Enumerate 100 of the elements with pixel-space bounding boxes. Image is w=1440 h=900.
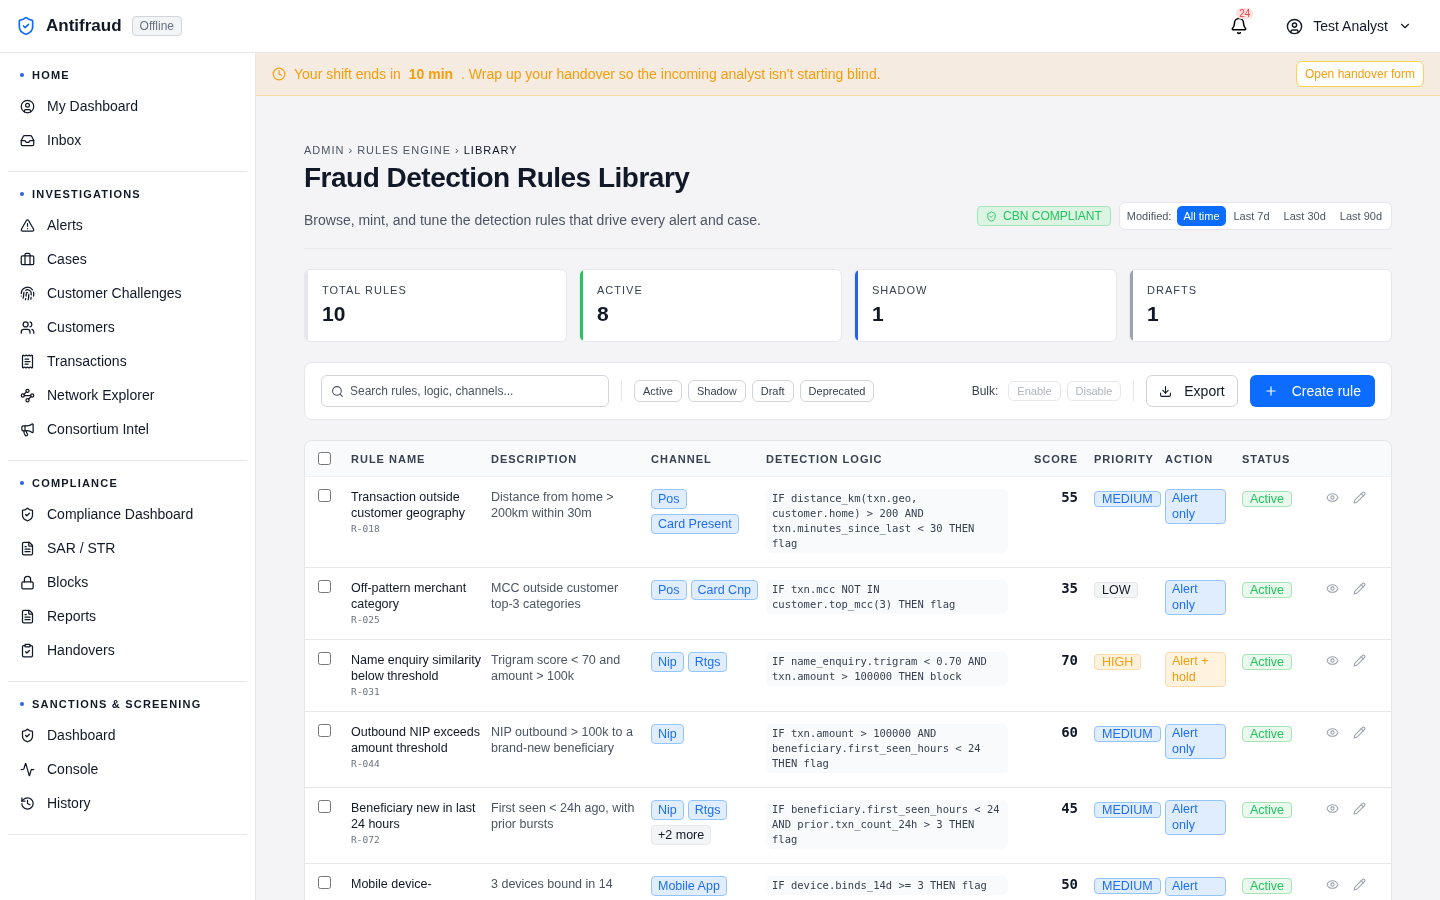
- edit-icon[interactable]: [1353, 802, 1366, 815]
- row-checkbox[interactable]: [318, 724, 331, 737]
- sidebar-item[interactable]: Blocks: [8, 565, 247, 599]
- column-header: DETECTION LOGIC: [766, 452, 884, 465]
- section-dot: [20, 192, 24, 196]
- detection-logic: IF distance_km(txn.geo, customer.home) > 200 AND txn.minutes_since_last < 30 THEN flag: [766, 489, 1008, 553]
- status-filter-chip[interactable]: Active: [634, 380, 682, 402]
- action-tag: Alert: [1165, 877, 1226, 896]
- history-icon: [20, 795, 35, 811]
- document-icon: [20, 608, 35, 624]
- view-icon[interactable]: [1326, 582, 1339, 595]
- edit-icon[interactable]: [1353, 726, 1366, 739]
- view-icon[interactable]: [1326, 802, 1339, 815]
- sidebar-item[interactable]: My Dashboard: [8, 89, 247, 123]
- section-dot: [20, 481, 24, 485]
- rule-name: Off-pattern merchant category: [351, 580, 468, 612]
- rule-id: R-025: [351, 614, 381, 625]
- breadcrumb-link[interactable]: ADMIN: [304, 144, 345, 156]
- action-tag: Alert only: [1165, 580, 1226, 615]
- row-checkbox[interactable]: [318, 876, 331, 889]
- view-icon[interactable]: [1326, 654, 1339, 667]
- status-filter-chip[interactable]: Draft: [751, 380, 794, 402]
- time-filter-tab[interactable]: Last 30d: [1277, 206, 1332, 226]
- rule-score: 35: [1060, 580, 1078, 596]
- shield-logo-icon: [16, 16, 36, 36]
- view-icon[interactable]: [1326, 726, 1339, 739]
- channel-tag: Rtgs: [687, 800, 728, 820]
- rule-description: 3 devices bound in 14: [491, 876, 614, 892]
- row-checkbox[interactable]: [318, 489, 331, 502]
- channel-tag: Card Cnp: [690, 580, 759, 600]
- warning-icon: [20, 217, 35, 233]
- column-header: STATUS: [1242, 452, 1292, 465]
- select-all-checkbox[interactable]: [318, 452, 331, 465]
- bell-icon[interactable]: [1230, 17, 1249, 35]
- fingerprint-icon: [20, 285, 35, 301]
- user-menu-button[interactable]: Test Analyst: [1286, 17, 1412, 35]
- sidebar-item[interactable]: Cases: [8, 242, 247, 276]
- edit-icon[interactable]: [1353, 878, 1366, 891]
- create-rule-button[interactable]: Create rule: [1249, 375, 1375, 407]
- column-header: DESCRIPTION: [491, 452, 579, 465]
- briefcase-icon: [20, 251, 35, 267]
- rule-name: Outbound NIP exceeds amount threshold: [351, 724, 482, 756]
- rule-id: R-031: [351, 686, 381, 697]
- row-checkbox[interactable]: [318, 652, 331, 665]
- sidebar-item[interactable]: Inbox: [8, 123, 247, 157]
- rule-name: Beneficiary new in last 24 hours: [351, 800, 477, 832]
- view-icon[interactable]: [1326, 491, 1339, 504]
- status-tag: Active: [1242, 726, 1293, 742]
- sidebar-item[interactable]: Handovers: [8, 633, 247, 667]
- network-icon: [20, 387, 35, 403]
- clock-icon: [272, 67, 286, 81]
- section-title: COMPLIANCE: [32, 477, 118, 489]
- edit-icon[interactable]: [1353, 582, 1366, 595]
- sidebar-item[interactable]: SAR / STR: [8, 531, 247, 565]
- search-field[interactable]: Search rules, logic, channels...: [321, 375, 609, 407]
- sidebar-item[interactable]: Customer Challenges: [8, 276, 247, 310]
- edit-icon[interactable]: [1353, 654, 1366, 667]
- detection-logic: IF txn.amount > 100000 AND beneficiary.first_seen_hours < 24 THEN flag: [766, 724, 1008, 773]
- row-checkbox[interactable]: [318, 580, 331, 593]
- time-filter-tab[interactable]: All time: [1177, 206, 1226, 226]
- sidebar-item[interactable]: Network Explorer: [8, 378, 247, 412]
- export-button[interactable]: Export: [1146, 375, 1238, 407]
- column-header: ACTION: [1165, 452, 1215, 465]
- status-tag: Active: [1242, 582, 1293, 598]
- view-icon[interactable]: [1326, 878, 1339, 891]
- sidebar-item[interactable]: Customers: [8, 310, 247, 344]
- rule-score: 70: [1060, 652, 1078, 668]
- pulse-icon: [20, 761, 35, 777]
- status-filter-chip[interactable]: Shadow: [687, 380, 746, 402]
- time-filter-tab[interactable]: Last 7d: [1227, 206, 1276, 226]
- filter-label: Modified:: [1125, 210, 1173, 222]
- stat-value: 1: [1147, 302, 1160, 326]
- rule-score: 55: [1060, 489, 1078, 505]
- priority-tag: MEDIUM: [1094, 802, 1161, 818]
- status-tag: Active: [1242, 654, 1293, 670]
- breadcrumb-link[interactable]: RULES ENGINE: [357, 144, 452, 156]
- sidebar-item[interactable]: History: [8, 786, 247, 820]
- status-filter-chip[interactable]: Deprecated: [799, 380, 875, 402]
- rule-description: Trigram score < 70 and amount > 100k: [491, 652, 622, 684]
- rule-name: Transaction outside customer geography: [351, 489, 466, 521]
- sidebar-item[interactable]: Compliance Dashboard: [8, 497, 247, 531]
- channel-tag: Card Present: [651, 514, 739, 534]
- sidebar-item[interactable]: Consortium Intel: [8, 412, 247, 446]
- more-channels-tag[interactable]: +2 more: [651, 825, 712, 845]
- sidebar-item[interactable]: Alerts: [8, 208, 247, 242]
- sidebar-item[interactable]: Dashboard: [8, 718, 247, 752]
- section-dot: [20, 702, 24, 706]
- sidebar-item[interactable]: Transactions: [8, 344, 247, 378]
- rule-description: Distance from home > 200km within 30m: [491, 489, 615, 521]
- priority-tag: MEDIUM: [1094, 726, 1161, 742]
- shield-check-icon: [986, 210, 998, 222]
- channel-tag: Nip: [651, 800, 684, 820]
- row-checkbox[interactable]: [318, 800, 331, 813]
- detection-logic: IF name_enquiry.trigram < 0.70 AND txn.amount > 100000 THEN block: [766, 652, 1008, 686]
- stat-value: 8: [597, 302, 610, 326]
- section-title: HOME: [32, 69, 70, 81]
- sidebar-item[interactable]: Reports: [8, 599, 247, 633]
- sidebar-item[interactable]: Console: [8, 752, 247, 786]
- edit-icon[interactable]: [1353, 491, 1366, 504]
- time-filter-tab[interactable]: Last 90d: [1333, 206, 1388, 226]
